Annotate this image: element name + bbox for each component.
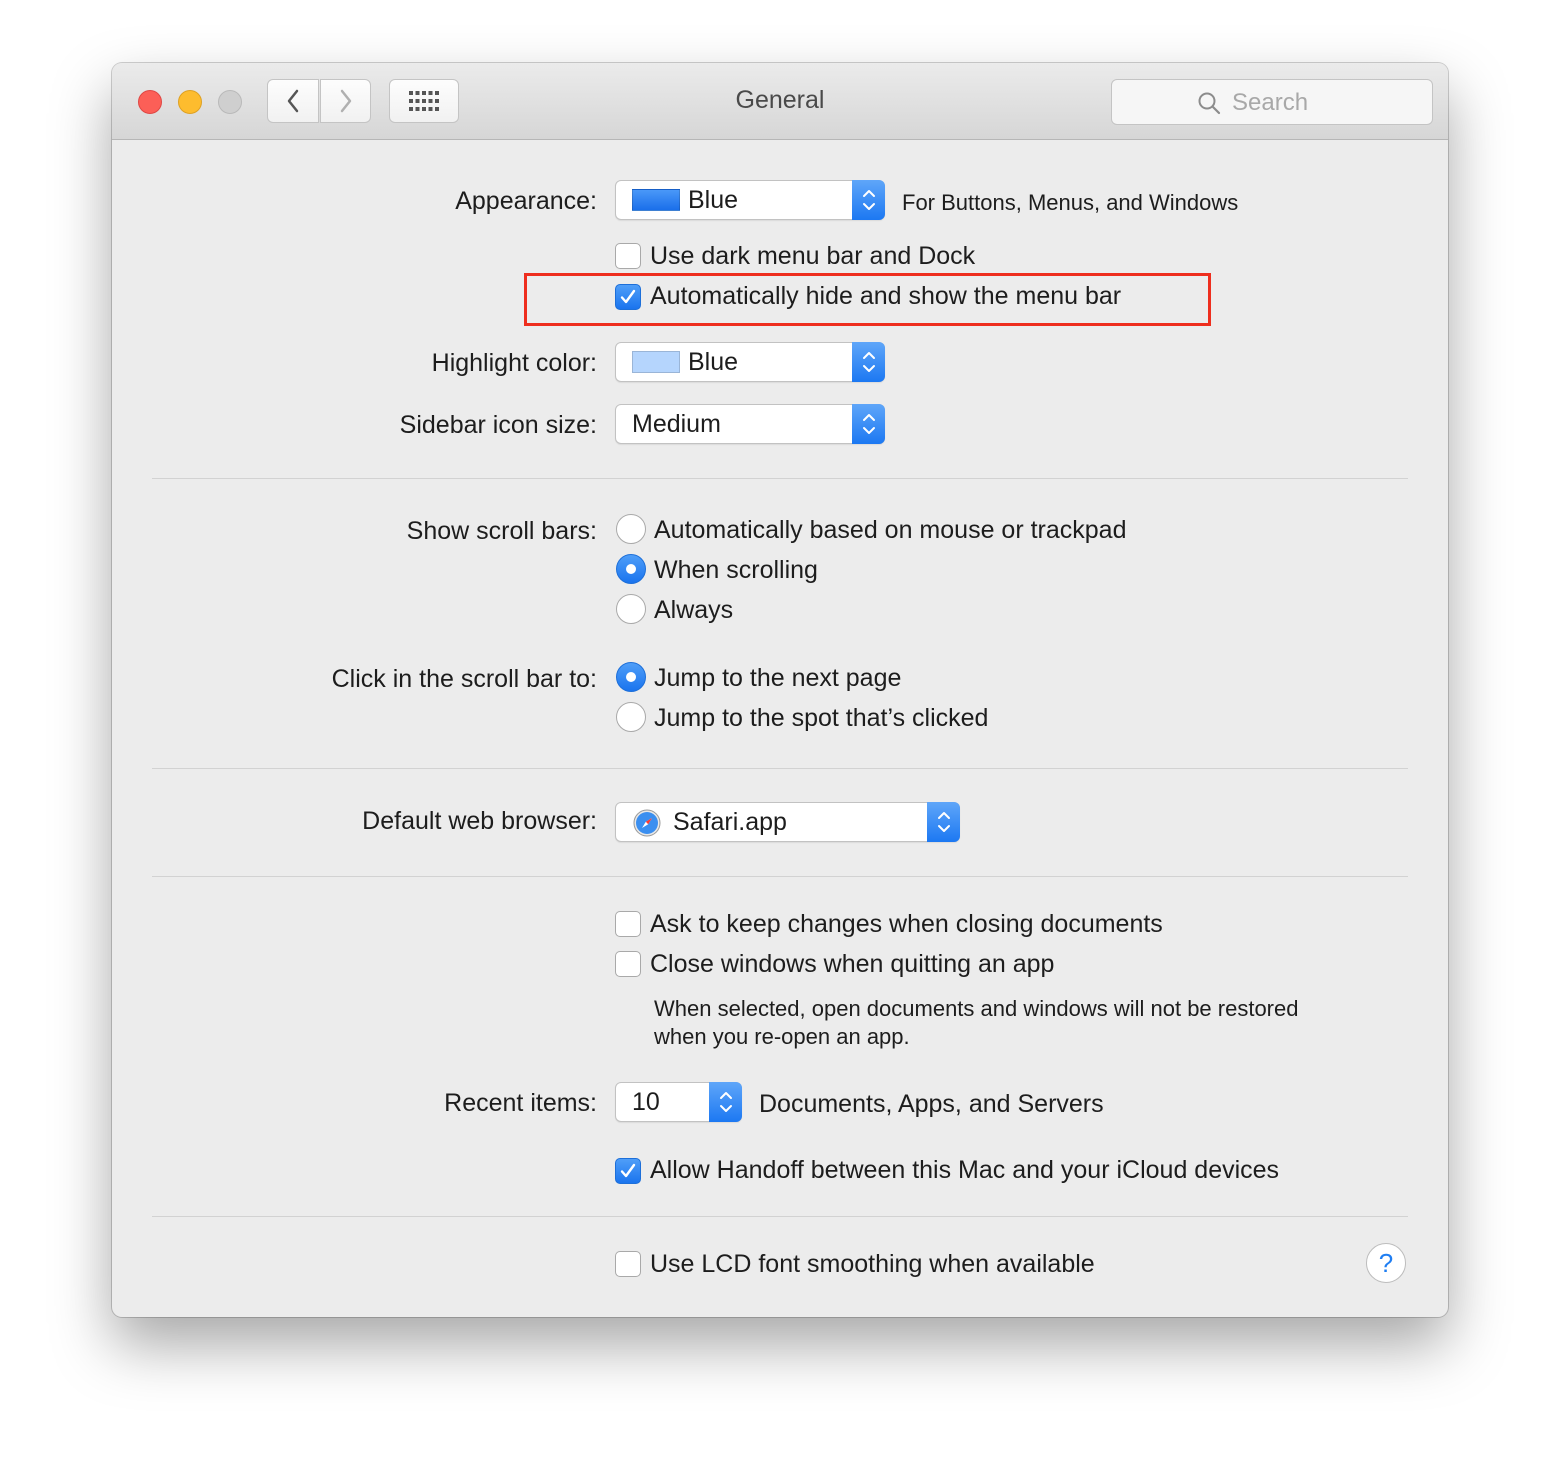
annotation-highlight-box xyxy=(524,273,1211,326)
highlight-color-label: Highlight color: xyxy=(431,349,597,377)
recent-items-value: 10 xyxy=(632,1088,660,1116)
recent-items-note: Documents, Apps, and Servers xyxy=(759,1090,1104,1118)
recent-items-popup[interactable]: 10 xyxy=(615,1082,742,1122)
sidebar-icon-size-value: Medium xyxy=(632,410,721,438)
default-browser-popup[interactable]: Safari.app xyxy=(615,802,960,842)
search-field[interactable]: Search xyxy=(1111,79,1433,125)
highlight-color-value: Blue xyxy=(688,348,739,376)
search-placeholder: Search xyxy=(1232,89,1309,116)
close-windows-note-line2: when you re-open an app. xyxy=(654,1024,910,1049)
separator xyxy=(152,1216,1408,1217)
appearance-note: For Buttons, Menus, and Windows xyxy=(902,190,1239,215)
click-scroll-bar-label: Click in the scroll bar to: xyxy=(331,665,597,693)
updown-arrows-icon xyxy=(852,180,885,220)
system-preferences-window: General Search Appearance: Blue For Butt… xyxy=(112,63,1448,1317)
jump-next-page-radio[interactable] xyxy=(616,662,646,692)
recent-items-label: Recent items: xyxy=(444,1089,597,1117)
highlight-swatch xyxy=(632,351,680,373)
default-browser-value: Safari.app xyxy=(673,808,787,836)
updown-arrows-icon xyxy=(852,342,885,382)
close-windows-note-line1: When selected, open documents and window… xyxy=(654,996,1299,1021)
appearance-label: Appearance: xyxy=(455,187,597,215)
scroll-bars-auto-radio[interactable] xyxy=(616,514,646,544)
separator xyxy=(152,876,1408,877)
highlight-color-popup[interactable]: Blue xyxy=(615,342,885,382)
appearance-swatch xyxy=(632,189,680,211)
separator xyxy=(152,768,1408,769)
jump-to-spot-radio[interactable] xyxy=(616,702,646,732)
titlebar: General Search xyxy=(112,63,1448,140)
handoff-checkbox[interactable] xyxy=(615,1158,641,1184)
dark-menu-bar-checkbox[interactable] xyxy=(615,243,641,269)
close-windows-checkbox[interactable] xyxy=(615,951,641,977)
scroll-bars-when-scrolling-radio[interactable] xyxy=(616,554,646,584)
jump-to-spot-label: Jump to the spot that’s clicked xyxy=(654,704,989,732)
dark-menu-bar-label: Use dark menu bar and Dock xyxy=(650,242,976,270)
ask-keep-changes-checkbox[interactable] xyxy=(615,911,641,937)
jump-next-page-label: Jump to the next page xyxy=(654,664,902,692)
updown-arrows-icon xyxy=(709,1082,742,1122)
sidebar-icon-size-label: Sidebar icon size: xyxy=(399,411,597,439)
scroll-bars-always-radio[interactable] xyxy=(616,594,646,624)
safari-icon xyxy=(633,809,661,837)
help-button[interactable]: ? xyxy=(1366,1243,1406,1283)
lcd-smoothing-checkbox[interactable] xyxy=(615,1251,641,1277)
show-scroll-bars-label: Show scroll bars: xyxy=(406,517,597,545)
appearance-popup[interactable]: Blue xyxy=(615,180,885,220)
scroll-bars-always-label: Always xyxy=(654,596,734,624)
lcd-smoothing-label: Use LCD font smoothing when available xyxy=(650,1250,1095,1278)
checkmark-icon xyxy=(620,1163,636,1178)
default-browser-label: Default web browser: xyxy=(362,807,597,835)
close-windows-label: Close windows when quitting an app xyxy=(650,950,1055,978)
ask-keep-changes-label: Ask to keep changes when closing documen… xyxy=(650,910,1163,938)
handoff-label: Allow Handoff between this Mac and your … xyxy=(650,1156,1280,1184)
scroll-bars-auto-label: Automatically based on mouse or trackpad xyxy=(654,516,1127,544)
separator xyxy=(152,478,1408,479)
updown-arrows-icon xyxy=(927,802,960,842)
appearance-value: Blue xyxy=(688,186,739,214)
scroll-bars-when-scrolling-label: When scrolling xyxy=(654,556,818,584)
sidebar-icon-size-popup[interactable]: Medium xyxy=(615,404,885,444)
search-icon xyxy=(1198,92,1221,115)
updown-arrows-icon xyxy=(852,404,885,444)
